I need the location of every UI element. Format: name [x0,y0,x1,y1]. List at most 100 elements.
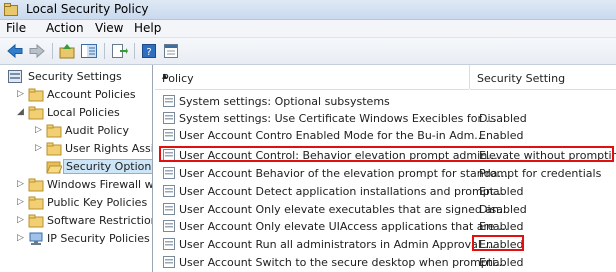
tree-item-security-options[interactable]: Security Options [0,158,152,176]
policy-setting: Enabled [479,185,524,198]
menu-view[interactable]: View [95,21,123,35]
policy-setting: Enabled [479,129,524,142]
toolbar-separator [52,43,53,59]
policy-row[interactable]: User Account Switch to the secure deskto… [155,254,616,271]
policy-row[interactable]: User Account Contro Enabled Mode for the… [155,127,616,144]
column-header-label: Security Setting [477,72,566,85]
tree-item-label: Windows Firewall wit [47,178,153,191]
forward-arrow-icon[interactable] [28,42,46,60]
folder-icon [28,88,44,102]
policy-name: User Account Behavior of the elevation p… [179,167,508,180]
expand-arrow-icon[interactable]: ▷ [17,234,26,243]
tree-item-audit-policy[interactable]: ▷ Audit Policy [0,122,152,140]
column-header-policy[interactable]: Policy ▲ [155,65,469,90]
back-arrow-icon[interactable] [6,42,24,60]
up-folder-icon[interactable] [58,42,76,60]
menu-action[interactable]: Action [46,21,84,35]
policy-icon [163,95,175,107]
policy-setting: Disabled [479,112,527,125]
tree-item-label: User Rights Assig [65,142,153,155]
toolbar-separator [134,43,135,59]
column-header-setting[interactable]: Security Setting [470,65,616,90]
expand-arrow-icon[interactable]: ▷ [35,144,44,153]
policy-row[interactable]: User Account Detect application installa… [155,183,616,200]
highlight-box-row [159,146,614,162]
tree-item-label: Account Policies [47,88,136,101]
expand-arrow-icon[interactable]: ▷ [17,180,26,189]
title-bar: Local Security Policy [0,0,616,20]
policy-icon [163,112,175,124]
policy-setting: Prompt for credentials [479,167,602,180]
policy-name: User Account Only elevate UIAccess appli… [179,220,509,233]
policy-setting: Enabled [479,256,524,269]
tree-item-label: Audit Policy [65,124,129,137]
policy-icon [163,129,175,141]
policy-row[interactable]: User Account Run all administrators in A… [155,236,616,253]
policy-row[interactable]: System settings: Use Certificate Windows… [155,110,616,127]
sort-ascending-icon: ▲ [162,72,168,80]
policy-icon [163,256,175,268]
menu-file[interactable]: File [6,21,26,35]
highlight-box-enabled [472,235,524,251]
expand-arrow-icon[interactable]: ▷ [17,90,26,99]
tree-item-label: IP Security Policies o [47,232,153,245]
policy-name: User Account Switch to the secure deskto… [179,256,506,269]
tree-item-label: Public Key Policies [47,196,148,209]
ip-security-icon [29,232,43,245]
help-icon[interactable]: ? [140,42,158,60]
folder-icon [46,124,62,138]
folder-icon [28,214,44,228]
policy-list: Policy ▲ Security Setting System setting… [155,65,616,272]
policy-icon [163,238,175,250]
tree-pane: Security Settings ▷ Account Policies ◢ L… [0,65,153,272]
tree-item-account-policies[interactable]: ▷ Account Policies [0,86,152,104]
policy-icon [163,203,175,215]
policy-icon [163,220,175,232]
tree-item-windows-firewall[interactable]: ▷ Windows Firewall wit [0,176,152,194]
security-settings-icon [8,70,22,83]
policy-setting: Disabled [479,203,527,216]
policy-setting: Enabled [479,220,524,233]
collapse-arrow-icon[interactable]: ◢ [17,108,26,117]
toolbar: ? [0,38,616,65]
expand-arrow-icon[interactable]: ▷ [17,216,26,225]
window-title: Local Security Policy [26,2,149,16]
export-list-icon[interactable] [110,42,128,60]
tree-item-label: Software Restriction [47,214,153,227]
policy-icon [163,185,175,197]
tree-item-public-key-policies[interactable]: ▷ Public Key Policies [0,194,152,212]
expand-arrow-icon[interactable]: ▷ [35,126,44,135]
tree-item-label: Security Settings [28,70,122,83]
menu-bar: File Action View Help [0,20,616,38]
tree-item-software-restriction[interactable]: ▷ Software Restriction [0,212,152,230]
policy-name: System settings: Use Certificate Windows… [179,112,497,125]
svg-text:?: ? [146,47,151,58]
show-hide-tree-icon[interactable] [80,42,98,60]
policy-name: User Account Run all administrators in A… [179,238,495,251]
menu-help[interactable]: Help [134,21,161,35]
tree-item-local-policies[interactable]: ◢ Local Policies [0,104,152,122]
tree-item-security-settings[interactable]: Security Settings [0,68,152,86]
tree-item-label: Local Policies [47,106,120,119]
properties-icon[interactable] [162,42,180,60]
policy-name: User Account Detect application installa… [179,185,505,198]
policy-name: System settings: Optional subsystems [179,95,390,108]
policy-name: User Account Only elevate executables th… [179,203,510,216]
folder-icon [46,142,62,156]
folder-open-icon [46,161,62,174]
tree-item-label: Security Options [63,159,152,174]
security-policy-icon [4,3,18,16]
folder-icon [28,106,44,120]
expand-arrow-icon[interactable]: ▷ [17,198,26,207]
toolbar-separator [104,43,105,59]
folder-icon [28,196,44,210]
tree-item-user-rights-assignment[interactable]: ▷ User Rights Assig [0,140,152,158]
policy-row[interactable]: User Account Only elevate executables th… [155,201,616,218]
policy-name: User Account Contro Enabled Mode for the… [179,129,485,142]
folder-icon [28,178,44,192]
policy-row[interactable]: User Account Only elevate UIAccess appli… [155,218,616,235]
policy-row[interactable]: System settings: Optional subsystems [155,93,616,110]
policy-row[interactable]: User Account Behavior of the elevation p… [155,165,616,182]
tree-item-ip-security-policies[interactable]: ▷ IP Security Policies o [0,230,152,248]
policy-icon [163,167,175,179]
